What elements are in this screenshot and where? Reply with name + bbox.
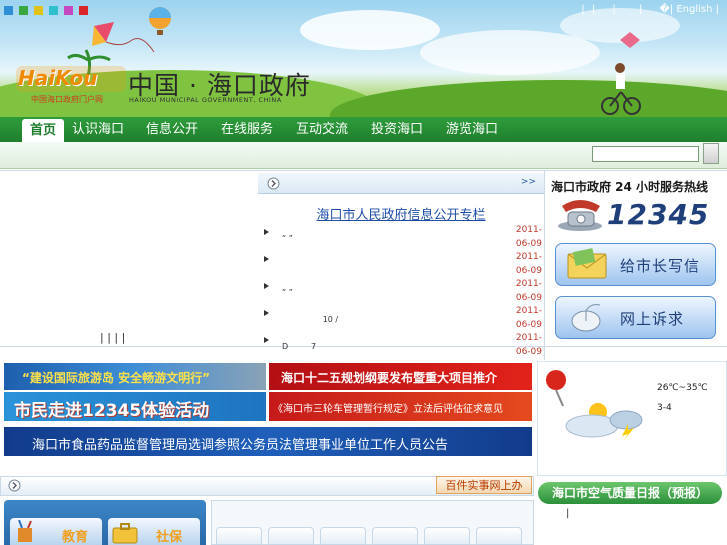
pencil-cup-icon — [18, 520, 32, 542]
tile-label: 教育 — [62, 530, 89, 545]
cloud-decoration — [420, 30, 600, 75]
banner-tourism-safety[interactable]: “建设国际旅游岛 安全畅游文明行” — [4, 363, 266, 390]
news-item-date: 2011-06-09 — [515, 333, 542, 357]
banner-tricycle-regulation[interactable]: 《海口市三轮车管理暂行规定》立法后评估征求意见 — [269, 392, 532, 421]
kite-icon — [620, 32, 640, 48]
news-item-date: 2011-06-09 — [515, 225, 542, 249]
banner-text: 市民走进12345体验活动 — [14, 401, 210, 421]
top-links: | | | | �| English | — [577, 4, 719, 15]
logo-text: HaiKou — [18, 66, 98, 90]
banner-text: “建设国际旅游岛 安全畅游文明行” — [22, 371, 210, 385]
banner-text: 《海口市三轮车管理暂行规定》立法后评估征求意见 — [273, 404, 503, 415]
top-link[interactable]: | — [639, 4, 642, 15]
bullet-icon — [264, 229, 269, 235]
banner-12345-experience[interactable]: 市民走进12345体验活动 — [4, 392, 266, 421]
bullet-icon — [264, 256, 269, 262]
online-affairs-tab[interactable]: 百件实事网上办 — [436, 476, 532, 494]
nav-item-online-service[interactable]: 在线服务 — [221, 117, 273, 142]
top-link[interactable]: | — [612, 4, 615, 15]
left-links[interactable]: | | | | — [100, 331, 125, 344]
briefcase-icon — [112, 523, 138, 544]
banner-text: 海口十二五规划纲要发布暨重大项目推介 — [281, 371, 498, 385]
cyclist-icon — [601, 63, 641, 115]
weather-wind: 3-4 — [657, 403, 672, 413]
news-item-title[interactable]: “ ” — [282, 288, 293, 297]
hotline-title: 海口市政府 24 小时服务热线 — [551, 180, 709, 194]
nav-item-tourism[interactable]: 游览海口 — [446, 117, 498, 142]
bullet-icon — [264, 337, 269, 343]
weather-cloud-sun-icon — [565, 403, 643, 440]
service-tile-social-security[interactable]: 社保 — [108, 518, 200, 545]
news-panel-header: >> — [258, 173, 544, 194]
top-link: | — [715, 4, 719, 15]
news-panel: >> 海口市人民政府信息公开专栏 “ ” 2011-06-09 2011-06-… — [258, 173, 544, 361]
hotline-number: 12345 — [607, 198, 710, 231]
tile-label: 社保 — [156, 530, 183, 545]
news-item-title[interactable]: D 7 — [282, 342, 316, 351]
weather-temperature: 26℃~35℃ — [657, 383, 708, 393]
more-link[interactable]: >> — [521, 177, 536, 187]
circle-arrow-icon — [267, 177, 280, 190]
nav-item-interaction[interactable]: 互动交流 — [296, 117, 348, 142]
air-quality-report-button[interactable]: 海口市空气质量日报（预报） — [538, 482, 722, 504]
service-panel: 教育 社保 — [4, 500, 206, 545]
news-item-date: 2011-06-09 — [515, 306, 542, 330]
news-item-date: 2011-06-09 — [515, 252, 542, 276]
divider — [0, 170, 727, 171]
theme-swatch-yellow[interactable] — [34, 6, 43, 15]
mouse-icon — [571, 304, 601, 332]
banner-five-year-plan[interactable]: 海口十二五规划纲要发布暨重大项目推介 — [269, 363, 532, 390]
theme-swatch-green[interactable] — [19, 6, 28, 15]
air-quality-info: | — [566, 508, 570, 519]
header-banner: HaiKou 中国海口政府门户网 中国 · 海口政府 HAIKOU MUNICI… — [0, 0, 727, 117]
cloud-decoration — [300, 10, 440, 50]
top-link[interactable]: | — [581, 4, 584, 15]
quick-link-tile[interactable] — [216, 527, 262, 545]
service-tile-education[interactable]: 教育 — [10, 518, 102, 545]
nav-item-home[interactable]: 首页 — [22, 119, 65, 142]
online-complaint-label: 网上诉求 — [620, 310, 685, 328]
search-input[interactable] — [592, 146, 699, 162]
nav-item-info-disclosure[interactable]: 信息公开 — [146, 117, 198, 142]
search-button[interactable] — [703, 143, 719, 164]
quick-link-tile[interactable] — [424, 527, 470, 545]
news-section-title[interactable]: 海口市人民政府信息公开专栏 — [258, 204, 544, 223]
divider — [544, 170, 545, 360]
logo-subtitle: 中国海口政府门户网 — [31, 95, 103, 104]
nav-item-investment[interactable]: 投资海口 — [371, 117, 423, 142]
theme-swatch-purple[interactable] — [64, 6, 73, 15]
banner-food-drug-notice[interactable]: 海口市食品药品监督管理局选调参照公务员法管理事业单位工作人员公告 — [4, 427, 532, 456]
balloon-icon — [149, 7, 171, 35]
circle-arrow-icon — [8, 479, 21, 492]
write-to-mayor-button[interactable]: 给市长写信 — [555, 243, 716, 286]
write-to-mayor-label: 给市长写信 — [620, 257, 701, 275]
quick-link-tile[interactable] — [476, 527, 522, 545]
top-link[interactable]: | — [592, 4, 595, 15]
quick-link-tile[interactable] — [268, 527, 314, 545]
english-link[interactable]: English — [676, 4, 712, 15]
banner-text: 海口市食品药品监督管理局选调参照公务员法管理事业单位工作人员公告 — [32, 438, 449, 453]
theme-swatch-red[interactable] — [79, 6, 88, 15]
hill-decoration — [330, 80, 727, 117]
theme-swatch-cyan[interactable] — [49, 6, 58, 15]
site-subtitle: HAIKOU MUNICIPAL GOVERNMENT, CHINA — [129, 96, 282, 104]
main-nav: 首页 认识海口 信息公开 在线服务 互动交流 投资海口 游览海口 — [0, 117, 727, 142]
nav-item-about-haikou[interactable]: 认识海口 — [72, 117, 124, 142]
quick-link-tile[interactable] — [372, 527, 418, 545]
top-link[interactable]: �| — [660, 4, 674, 15]
theme-swatch-blue[interactable] — [4, 6, 13, 15]
online-complaint-button[interactable]: 网上诉求 — [555, 296, 716, 339]
bullet-icon — [264, 310, 269, 316]
quick-link-tile[interactable] — [320, 527, 366, 545]
telephone-icon — [558, 200, 602, 231]
bullet-icon — [264, 283, 269, 289]
news-item[interactable]: D 7 2011-06-09 — [258, 333, 544, 363]
news-item-date: 2011-06-09 — [515, 279, 542, 303]
news-item-title[interactable]: “ ” — [282, 234, 293, 243]
news-item-title[interactable]: 10 / — [282, 315, 338, 324]
mail-envelope-icon — [567, 248, 607, 279]
